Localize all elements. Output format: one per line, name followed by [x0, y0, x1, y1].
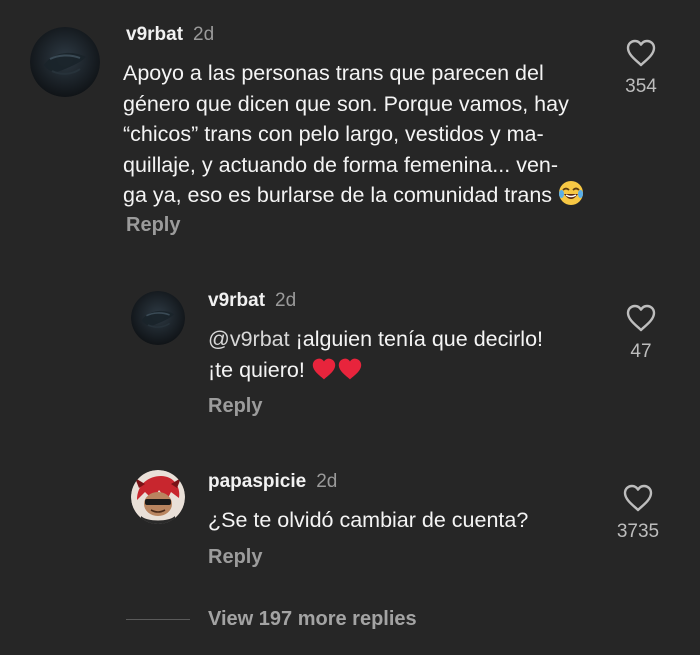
divider — [126, 619, 190, 620]
comment-line-text: ¡te quiero! — [208, 357, 305, 382]
heart-outline-icon[interactable] — [625, 303, 657, 333]
heart-outline-icon[interactable] — [622, 483, 654, 513]
comment-text: @v9rbat ¡alguien tenía que decirlo! ¡te … — [208, 324, 543, 389]
reply-button[interactable]: Reply — [126, 214, 180, 237]
like-button[interactable]: 3735 — [608, 483, 668, 543]
comment-line: Apoyo a las personas trans que parecen d… — [123, 61, 544, 85]
view-more-replies-label[interactable]: View 197 more replies — [208, 608, 417, 631]
like-count: 47 — [630, 341, 652, 362]
username[interactable]: v9rbat — [126, 24, 183, 45]
comment-line: “chicos” trans con pelo largo, vestidos … — [123, 122, 544, 146]
comment-line-last: ga ya, eso es burlarse de la comunidad t… — [123, 180, 584, 215]
username[interactable]: v9rbat — [208, 290, 265, 311]
like-button[interactable]: 47 — [611, 303, 671, 363]
avatar[interactable] — [30, 27, 100, 97]
comment-line: ¡te quiero! — [208, 355, 543, 390]
comment-text: Apoyo a las personas trans que parecen d… — [123, 58, 584, 215]
comment-line-text: ga ya, eso es burlarse de la comunidad t… — [123, 183, 553, 207]
timestamp: 2d — [275, 290, 297, 311]
like-count: 3735 — [616, 521, 660, 542]
reply-button[interactable]: Reply — [208, 395, 262, 418]
timestamp: 2d — [316, 471, 338, 492]
username[interactable]: papaspicie — [208, 471, 306, 492]
mention-link[interactable]: @v9rbat — [208, 327, 290, 351]
comment-header: papaspicie 2d — [208, 471, 337, 493]
like-count: 354 — [625, 76, 657, 97]
comment-line-text: ¡alguien tenía que decirlo! — [295, 327, 543, 351]
avatar[interactable] — [131, 470, 185, 524]
like-button[interactable]: 354 — [611, 38, 671, 98]
comment-line: quillaje, y actuando de forma femenina..… — [123, 152, 559, 177]
comment-line: género que dicen que son. Porque vamos, … — [123, 91, 569, 116]
comment-header: v9rbat 2d — [208, 290, 296, 312]
red-heart-icon — [311, 357, 337, 390]
comment-line: ¿Se te olvidó cambiar de cuenta? — [208, 508, 529, 532]
view-more-replies-button[interactable]: View 197 more replies — [126, 608, 417, 631]
avatar[interactable] — [131, 291, 185, 345]
heart-outline-icon[interactable] — [625, 38, 657, 68]
timestamp: 2d — [193, 24, 215, 45]
laughing-emoji-icon — [558, 180, 584, 215]
comment-header: v9rbat 2d — [126, 24, 214, 46]
comment-text: ¿Se te olvidó cambiar de cuenta? — [208, 505, 528, 536]
red-heart-icon — [337, 357, 363, 390]
reply-button[interactable]: Reply — [208, 546, 262, 569]
comment-line: @v9rbat ¡alguien tenía que decirlo! — [208, 324, 543, 355]
